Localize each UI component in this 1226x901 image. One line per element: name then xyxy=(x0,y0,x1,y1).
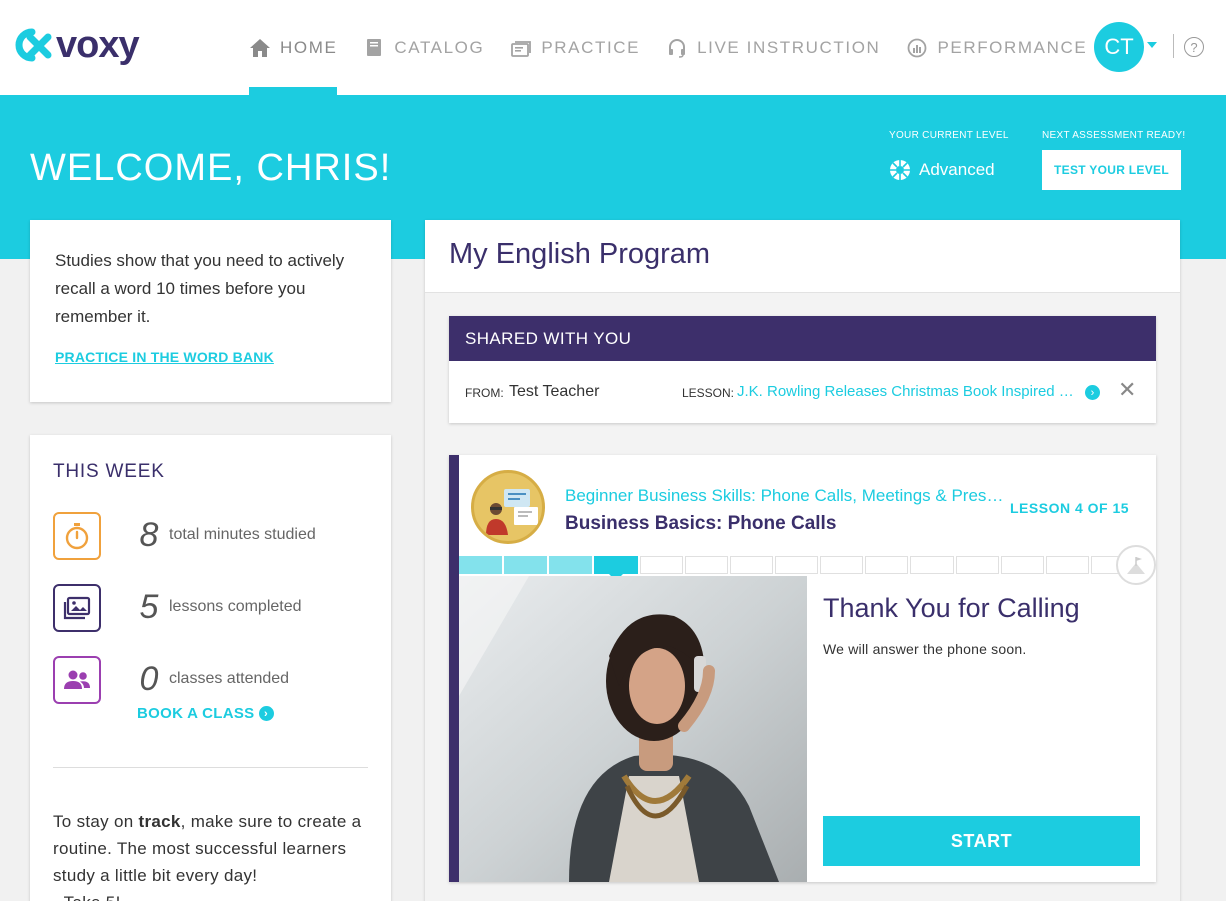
nav-performance[interactable]: PERFORMANCE xyxy=(906,0,1087,95)
book-a-class-link[interactable]: BOOK A CLASS › xyxy=(137,705,274,722)
from-teacher: Test Teacher xyxy=(509,383,600,400)
voxy-logo[interactable]: voxy xyxy=(10,24,140,66)
chevron-right-icon[interactable]: › xyxy=(1085,385,1100,400)
help-icon[interactable]: ? xyxy=(1184,37,1204,57)
program-title: My English Program xyxy=(449,238,711,270)
finish-flag-icon xyxy=(1116,545,1156,585)
lesson-description: We will answer the phone soon. xyxy=(823,641,1027,657)
progress-segment xyxy=(504,556,548,574)
nav-live-instruction[interactable]: LIVE INSTRUCTION xyxy=(666,0,880,95)
progress-segment xyxy=(684,556,728,574)
lessons-completed-label: lessons completed xyxy=(169,598,302,615)
shared-with-you-panel: SHARED WITH YOU FROM: Test Teacher LESSO… xyxy=(449,316,1156,423)
shared-header: SHARED WITH YOU xyxy=(449,316,1156,361)
classes-attended-label: classes attended xyxy=(169,670,290,687)
progress-segment xyxy=(1045,556,1089,574)
progress-segment xyxy=(594,556,638,581)
test-your-level-button[interactable]: TEST YOUR LEVEL xyxy=(1042,150,1181,190)
cards-icon xyxy=(510,37,532,59)
minutes-studied-value: 8 xyxy=(139,516,159,554)
minutes-studied-label: total minutes studied xyxy=(169,526,316,543)
current-lesson-card: Beginner Business Skills: Phone Calls, M… xyxy=(449,455,1156,882)
this-week-card: THIS WEEK 8 total minutes studied 5 less… xyxy=(30,435,391,901)
lesson-counter: LESSON 4 OF 15 xyxy=(1010,500,1130,516)
unit-name: Business Basics: Phone Calls xyxy=(565,513,837,534)
progress-segment xyxy=(820,556,864,574)
nav-home[interactable]: HOME xyxy=(249,0,338,95)
progress-segment xyxy=(955,556,999,574)
program-body: SHARED WITH YOU FROM: Test Teacher LESSO… xyxy=(425,293,1180,901)
nav-home-label: HOME xyxy=(280,37,338,57)
nav-catalog-label: CATALOG xyxy=(394,37,485,57)
course-badge-image xyxy=(471,470,545,544)
section-divider xyxy=(53,767,368,768)
main-nav: HOME CATALOG PRACTICE LIVE INSTRUCTION P… xyxy=(249,0,1113,95)
top-bar: voxy HOME CATALOG PRACTICE LIVE INSTRUCT… xyxy=(0,0,1226,95)
current-level-label: YOUR CURRENT LEVEL xyxy=(889,130,1009,141)
english-program-card: My English Program SHARED WITH YOU FROM:… xyxy=(425,220,1180,901)
routine-tip-pre: To stay on xyxy=(53,812,139,831)
nav-practice-label: PRACTICE xyxy=(541,37,641,57)
gallery-icon xyxy=(53,584,101,632)
classes-attended-value: 0 xyxy=(139,660,159,698)
users-icon xyxy=(53,656,101,704)
welcome-heading: WELCOME, CHRIS! xyxy=(30,147,392,189)
book-a-class-label: BOOK A CLASS xyxy=(137,705,255,722)
logo-text: voxy xyxy=(56,24,140,66)
assessment-label: NEXT ASSESSMENT READY! xyxy=(1042,130,1186,141)
book-icon xyxy=(363,37,385,59)
gauge-icon xyxy=(906,37,928,59)
shared-lesson-row: FROM: Test Teacher LESSON: J.K. Rowling … xyxy=(449,361,1156,423)
lessons-completed-value: 5 xyxy=(139,588,159,626)
close-icon[interactable]: ✕ xyxy=(1118,377,1136,403)
this-week-title: THIS WEEK xyxy=(53,461,165,482)
stopwatch-icon xyxy=(53,512,101,560)
start-lesson-button[interactable]: START xyxy=(823,816,1140,866)
tip-card: Studies show that you need to actively r… xyxy=(30,220,391,402)
level-icon xyxy=(890,160,910,180)
nav-live-instruction-label: LIVE INSTRUCTION xyxy=(697,37,881,57)
progress-segment xyxy=(549,556,593,574)
progress-segment xyxy=(459,556,503,574)
lesson-progress-track xyxy=(459,556,1136,581)
progress-segment xyxy=(865,556,909,574)
lesson-photo xyxy=(459,576,807,882)
voxy-logo-icon xyxy=(15,28,52,62)
nav-practice[interactable]: PRACTICE xyxy=(510,0,640,95)
chevron-right-icon: › xyxy=(258,706,274,721)
progress-segment xyxy=(910,556,954,574)
lesson-accent-stripe xyxy=(449,455,459,882)
progress-segment xyxy=(729,556,773,574)
user-avatar[interactable]: CT xyxy=(1094,22,1144,72)
shared-lesson-link[interactable]: J.K. Rowling Releases Christmas Book Ins… xyxy=(737,383,1079,400)
routine-tip: To stay on track, make sure to create a … xyxy=(53,808,373,901)
program-header: My English Program xyxy=(425,220,1180,293)
routine-tip-signature: - Take 5! xyxy=(53,889,373,901)
headset-icon xyxy=(666,37,688,59)
nav-catalog[interactable]: CATALOG xyxy=(363,0,484,95)
tip-text: Studies show that you need to actively r… xyxy=(55,251,345,326)
home-icon xyxy=(249,37,271,59)
progress-segment xyxy=(639,556,683,574)
lesson-label: LESSON: xyxy=(682,386,735,400)
chevron-down-icon[interactable] xyxy=(1147,42,1157,48)
routine-tip-bold: track xyxy=(138,812,181,831)
lesson-title: Thank You for Calling xyxy=(823,593,1080,623)
current-level-value: Advanced xyxy=(919,160,995,179)
progress-segment xyxy=(774,556,819,574)
header-divider xyxy=(1173,34,1174,58)
from-label: FROM: xyxy=(465,386,504,400)
course-name[interactable]: Beginner Business Skills: Phone Calls, M… xyxy=(565,486,1011,506)
nav-performance-label: PERFORMANCE xyxy=(937,37,1088,57)
word-bank-link[interactable]: PRACTICE IN THE WORD BANK xyxy=(55,349,274,365)
progress-segment xyxy=(1000,556,1044,574)
current-level: Advanced xyxy=(889,159,995,181)
